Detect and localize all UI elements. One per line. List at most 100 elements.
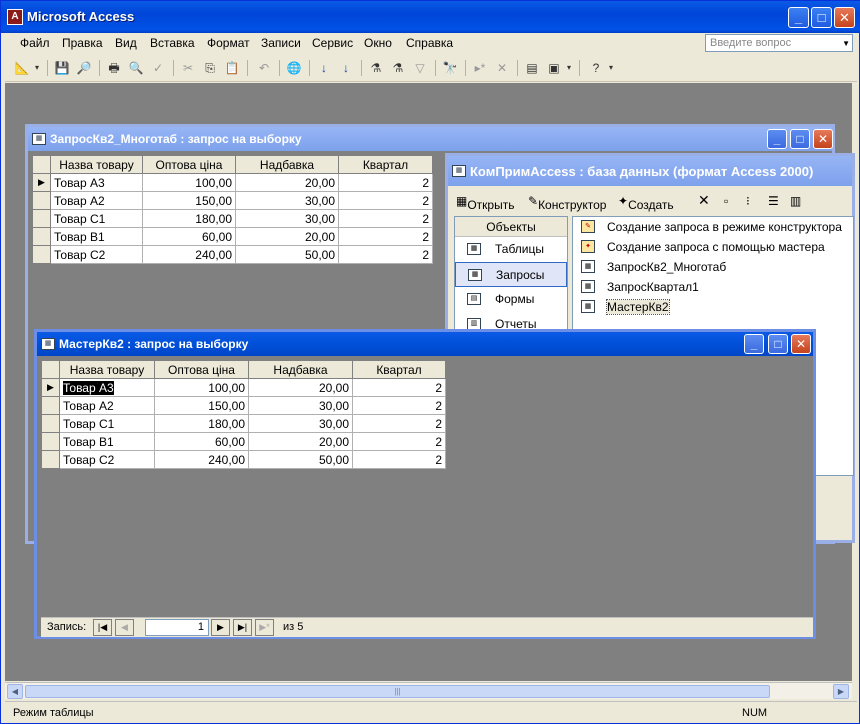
table-cell[interactable]: 100,00 <box>142 173 236 192</box>
table-cell[interactable]: 180,00 <box>154 414 249 433</box>
row-selector[interactable] <box>32 191 51 210</box>
list-item[interactable]: ✎ Создание запроса в режиме конструктора <box>573 217 853 237</box>
table-row[interactable]: Товар С2 240,00 50,00 2 <box>41 450 446 469</box>
row-selector-header[interactable] <box>41 360 60 379</box>
list-item[interactable]: ✦ Создание запроса с помощью мастера <box>573 237 853 257</box>
table-cell[interactable]: 60,00 <box>154 432 249 451</box>
maximize-button[interactable]: □ <box>768 334 788 354</box>
table-cell[interactable]: 100,00 <box>154 378 249 397</box>
cut-icon[interactable]: ✂ <box>179 59 197 77</box>
menu-edit[interactable]: Правка <box>62 36 103 50</box>
delete-icon[interactable]: ✕ <box>698 192 710 209</box>
table-cell[interactable]: 20,00 <box>248 378 353 397</box>
menu-format[interactable]: Формат <box>207 36 250 50</box>
horizontal-scrollbar[interactable]: ◀ ||| ▶ <box>5 682 852 699</box>
menu-file[interactable]: Файл <box>20 36 50 50</box>
list-item[interactable]: ▦ МастерКв2 <box>573 297 853 317</box>
table-cell[interactable]: Товар А2 <box>59 396 155 415</box>
create-button[interactable]: ✦ Создать <box>618 194 674 212</box>
column-header[interactable]: Надбавка <box>235 155 339 174</box>
row-selector[interactable] <box>41 450 60 469</box>
database-window-icon[interactable]: ▣ <box>545 59 563 77</box>
row-selector[interactable] <box>32 209 51 228</box>
table-cell[interactable]: 30,00 <box>248 396 353 415</box>
first-record-button[interactable]: |◀ <box>93 619 112 636</box>
filter-by-form-icon[interactable]: ⚗ <box>389 59 407 77</box>
row-selector[interactable] <box>32 227 51 246</box>
minimize-button[interactable]: _ <box>767 129 787 149</box>
close-button[interactable]: ✕ <box>834 7 855 28</box>
table-cell[interactable]: 20,00 <box>235 227 339 246</box>
open-button[interactable]: ▦ Открыть <box>456 194 514 212</box>
column-header[interactable]: Квартал <box>338 155 433 174</box>
menu-records[interactable]: Записи <box>261 36 301 50</box>
table-row[interactable]: Товар С2 240,00 50,00 2 <box>32 245 433 264</box>
menu-help[interactable]: Справка <box>406 36 453 50</box>
small-icons-icon[interactable]: ⁝ <box>746 194 750 208</box>
objects-header[interactable]: Объекты <box>455 217 567 237</box>
scrollbar-thumb[interactable]: ||| <box>25 685 770 698</box>
table-row[interactable]: Товар В1 60,00 20,00 2 <box>32 227 433 246</box>
table-cell[interactable]: Товар А2 <box>50 191 143 210</box>
table-cell[interactable]: Товар А3 <box>50 173 143 192</box>
table-cell[interactable]: Товар С1 <box>50 209 143 228</box>
objects-item-forms[interactable]: ▤ Формы <box>455 287 567 312</box>
current-record-input[interactable]: 1 <box>145 619 209 636</box>
new-object-dropdown-icon[interactable]: ▾ <box>565 59 573 77</box>
close-button[interactable]: ✕ <box>791 334 811 354</box>
list-item[interactable]: ▦ ЗапросКв2_Многотаб <box>573 257 853 277</box>
menu-insert[interactable]: Вставка <box>150 36 195 50</box>
row-selector[interactable] <box>32 245 51 264</box>
minimize-button[interactable]: _ <box>788 7 809 28</box>
table-cell[interactable]: 30,00 <box>235 191 339 210</box>
selected-cell-text[interactable]: Товар А3 <box>63 380 114 395</box>
table-cell[interactable]: 2 <box>352 378 446 397</box>
table-cell[interactable]: Товар С2 <box>50 245 143 264</box>
undo-icon[interactable]: ↶ <box>255 59 273 77</box>
table-cell[interactable]: 2 <box>352 450 446 469</box>
table-cell[interactable]: 2 <box>338 209 433 228</box>
table-cell[interactable]: 2 <box>338 191 433 210</box>
sort-ascending-icon[interactable]: ↓ <box>315 59 333 77</box>
table-row[interactable]: Товар А2 150,00 30,00 2 <box>32 191 433 210</box>
maximize-button[interactable]: □ <box>811 7 832 28</box>
last-record-button[interactable]: ▶| <box>233 619 252 636</box>
find-icon[interactable]: 🔭 <box>441 59 459 77</box>
table-cell[interactable]: 2 <box>352 432 446 451</box>
table-cell[interactable]: 2 <box>338 227 433 246</box>
list-item[interactable]: ▦ ЗапросКвартал1 <box>573 277 853 297</box>
table-cell[interactable]: 2 <box>338 173 433 192</box>
maximize-button[interactable]: □ <box>790 129 810 149</box>
chevron-down-icon[interactable]: ▼ <box>842 39 850 48</box>
table-cell[interactable]: 50,00 <box>235 245 339 264</box>
table-cell[interactable]: 150,00 <box>142 191 236 210</box>
save-icon[interactable]: 💾 <box>53 59 71 77</box>
table-row[interactable]: Товар В1 60,00 20,00 2 <box>41 432 446 451</box>
sort-descending-icon[interactable]: ↓ <box>337 59 355 77</box>
objects-item-tables[interactable]: ▦ Таблицы <box>455 237 567 262</box>
column-header[interactable]: Надбавка <box>248 360 353 379</box>
table-row[interactable]: Товар С1 180,00 30,00 2 <box>32 209 433 228</box>
view-dropdown-icon[interactable]: ▾ <box>33 59 41 77</box>
table-cell[interactable]: 150,00 <box>154 396 249 415</box>
view-icon[interactable]: 📐 <box>13 59 31 77</box>
search-file-icon[interactable]: 🔎 <box>75 59 93 77</box>
table-cell[interactable]: 50,00 <box>248 450 353 469</box>
current-row-arrow-icon[interactable]: ▶ <box>32 173 51 192</box>
table-cell[interactable]: 30,00 <box>235 209 339 228</box>
row-selector-header[interactable] <box>32 155 51 174</box>
row-selector[interactable] <box>41 432 60 451</box>
table-cell[interactable]: 2 <box>352 396 446 415</box>
table-cell[interactable]: 180,00 <box>142 209 236 228</box>
column-header[interactable]: Оптова ціна <box>154 360 249 379</box>
scroll-right-icon[interactable]: ▶ <box>833 684 849 699</box>
column-header[interactable]: Назва товару <box>50 155 143 174</box>
paste-icon[interactable]: 📋 <box>223 59 241 77</box>
column-header[interactable]: Квартал <box>352 360 446 379</box>
print-icon[interactable]: 🖶 <box>105 59 123 77</box>
spelling-icon[interactable]: ✓ <box>149 59 167 77</box>
table-cell[interactable]: 2 <box>352 414 446 433</box>
help-icon[interactable]: ? <box>587 59 605 77</box>
table-cell[interactable]: 20,00 <box>235 173 339 192</box>
design-button[interactable]: ✎ Конструктор <box>528 194 606 212</box>
